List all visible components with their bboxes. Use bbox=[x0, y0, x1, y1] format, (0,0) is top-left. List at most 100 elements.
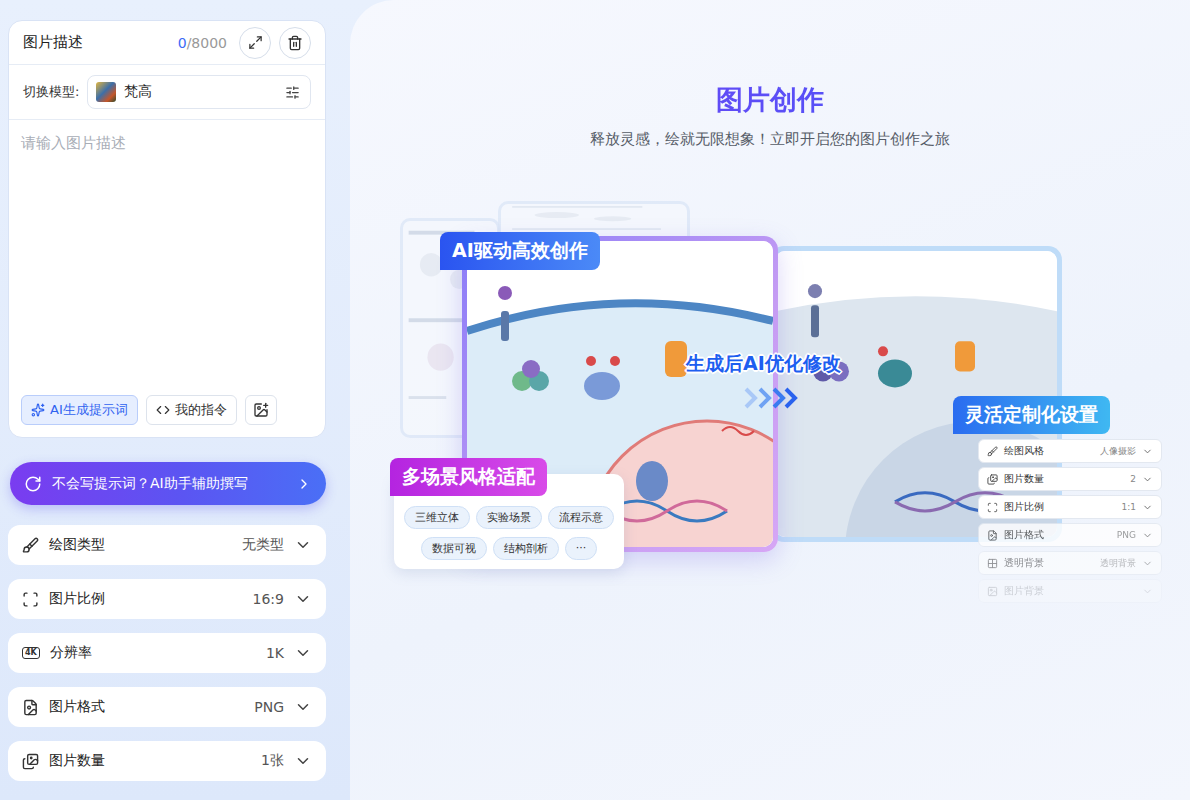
prompt-actions: AI生成提示词我的指令 bbox=[9, 395, 325, 437]
option-value: 1K bbox=[266, 645, 284, 661]
code-icon bbox=[156, 403, 170, 417]
hero-subtitle: 释放灵感，绘就无限想象！立即开启您的图片创作之旅 bbox=[350, 130, 1190, 149]
sparkle-icon bbox=[31, 403, 45, 417]
feature-badge: 灵活定制化设置 bbox=[953, 396, 1110, 434]
option-label: 绘图类型 bbox=[49, 536, 232, 554]
option-icon bbox=[22, 537, 39, 554]
expand-button[interactable] bbox=[239, 27, 271, 59]
option-row[interactable]: 图片比例 16:9 bbox=[8, 579, 326, 619]
expand-icon bbox=[248, 35, 263, 50]
setting-label: 图片比例 bbox=[1004, 500, 1116, 514]
settings-preview: 绘图风格人像摄影图片数量 2 图片比例 1:1 图片格式 PNG 透明背景透明背景图片背景 bbox=[978, 439, 1162, 603]
setting-icon bbox=[987, 474, 998, 485]
upload-image-button[interactable] bbox=[245, 395, 277, 425]
option-label: 图片格式 bbox=[49, 698, 244, 716]
prompt-card: 图片描述 0/8000 切换模型: 梵高请输入图片描述AI生成提示词我的指令 bbox=[8, 20, 326, 438]
option-label: 图片数量 bbox=[49, 752, 251, 770]
arrows-icon bbox=[742, 386, 798, 410]
model-select[interactable]: 梵高 bbox=[87, 75, 311, 109]
chevron-down-icon bbox=[294, 698, 312, 716]
prompt-action-button[interactable]: AI生成提示词 bbox=[21, 395, 138, 425]
ai-assistant-button[interactable]: 不会写提示词？AI助手辅助撰写 bbox=[10, 462, 326, 505]
setting-icon bbox=[987, 502, 998, 513]
setting-value: 1:1 bbox=[1122, 502, 1136, 512]
feature-showcase: AI驱动高效创作生成后AI优化修改灵活定制化设置三维立体实验场景流程示意数据可视… bbox=[390, 201, 1180, 601]
chevron-down-icon bbox=[1142, 586, 1153, 597]
chevron-down-icon bbox=[1142, 502, 1153, 513]
option-value: 16:9 bbox=[253, 591, 284, 607]
option-list: 绘图类型无类型图片比例 16:9 4K 分辨率 1K 图片格式 PNG 图片数量 1张 bbox=[8, 525, 326, 781]
setting-row: 图片格式 PNG bbox=[978, 523, 1162, 547]
feature-badge: 多场景风格适配 bbox=[390, 458, 547, 496]
image-creation-page: 图片描述 0/8000 切换模型: 梵高请输入图片描述AI生成提示词我的指令不会写提示… bbox=[0, 0, 1190, 800]
option-value: 无类型 bbox=[242, 536, 284, 554]
chevron-down-icon bbox=[294, 536, 312, 554]
chevron-down-icon bbox=[294, 752, 312, 770]
creation-main: 图片创作释放灵感，绘就无限想象！立即开启您的图片创作之旅 AI驱动高效创作生成后A… bbox=[350, 0, 1190, 800]
option-value: 1张 bbox=[261, 752, 284, 770]
char-counter: 0/8000 bbox=[178, 35, 227, 51]
setting-value: PNG bbox=[1117, 530, 1136, 540]
option-label: 分辨率 bbox=[50, 644, 256, 662]
char-count: 0 bbox=[178, 35, 187, 51]
optimize-label: 生成后AI优化修改 bbox=[686, 351, 841, 377]
clear-button[interactable] bbox=[279, 27, 311, 59]
prompt-action-button[interactable]: 我的指令 bbox=[146, 395, 237, 425]
image-plus-icon bbox=[253, 402, 269, 418]
setting-icon bbox=[987, 446, 998, 457]
model-label: 切换模型: bbox=[23, 83, 79, 101]
setting-icon bbox=[987, 586, 998, 597]
chevron-down-icon bbox=[1142, 474, 1153, 485]
style-tag[interactable]: 数据可视 bbox=[421, 537, 487, 560]
setting-value: 人像摄影 bbox=[1100, 445, 1136, 458]
setting-label: 图片背景 bbox=[1004, 584, 1136, 598]
setting-value: 2 bbox=[1130, 474, 1136, 484]
chevron-down-icon bbox=[1142, 558, 1153, 569]
setting-label: 透明背景 bbox=[1004, 556, 1094, 570]
option-icon bbox=[22, 699, 39, 716]
model-avatar-icon bbox=[96, 82, 116, 102]
resolution-icon: 4K bbox=[22, 647, 40, 659]
chevron-down-icon bbox=[294, 644, 312, 662]
chevron-right-icon bbox=[296, 476, 312, 492]
settings-sidebar: 图片描述 0/8000 切换模型: 梵高请输入图片描述AI生成提示词我的指令不会写提示… bbox=[0, 0, 350, 800]
model-row: 切换模型: 梵高 bbox=[9, 65, 325, 120]
option-row[interactable]: 绘图类型无类型 bbox=[8, 525, 326, 565]
prompt-title: 图片描述 bbox=[23, 33, 170, 52]
refresh-icon bbox=[24, 475, 42, 493]
option-icon bbox=[22, 753, 39, 770]
setting-row: 图片背景 bbox=[978, 579, 1162, 603]
option-row[interactable]: 图片数量 1张 bbox=[8, 741, 326, 781]
assistant-label: 不会写提示词？AI助手辅助撰写 bbox=[52, 475, 286, 493]
chevron-down-icon bbox=[1142, 530, 1153, 541]
sliders-icon bbox=[285, 85, 300, 100]
setting-row: 透明背景透明背景 bbox=[978, 551, 1162, 575]
setting-value: 透明背景 bbox=[1100, 557, 1136, 570]
style-tag[interactable]: 结构剖析 bbox=[493, 537, 559, 560]
option-value: PNG bbox=[254, 699, 284, 715]
chevron-down-icon bbox=[1142, 446, 1153, 457]
prompt-input[interactable]: 请输入图片描述 bbox=[9, 120, 325, 395]
trash-icon bbox=[287, 35, 303, 51]
style-tag[interactable]: 实验场景 bbox=[476, 506, 542, 529]
chevron-down-icon bbox=[294, 590, 312, 608]
option-icon bbox=[22, 591, 39, 608]
setting-label: 图片格式 bbox=[1004, 528, 1111, 542]
model-name: 梵高 bbox=[124, 83, 277, 101]
hero-title: 图片创作 bbox=[350, 82, 1190, 118]
setting-icon bbox=[987, 530, 998, 541]
style-tag[interactable]: ··· bbox=[565, 537, 598, 560]
option-row[interactable]: 4K 分辨率 1K bbox=[8, 633, 326, 673]
style-tag[interactable]: 三维立体 bbox=[404, 506, 470, 529]
style-tag[interactable]: 流程示意 bbox=[548, 506, 614, 529]
feature-badge: AI驱动高效创作 bbox=[440, 232, 600, 270]
setting-label: 图片数量 bbox=[1004, 472, 1124, 486]
prompt-header: 图片描述 0/8000 bbox=[9, 21, 325, 65]
setting-row: 图片数量 2 bbox=[978, 467, 1162, 491]
option-row[interactable]: 图片格式 PNG bbox=[8, 687, 326, 727]
option-label: 图片比例 bbox=[49, 590, 243, 608]
setting-row: 图片比例 1:1 bbox=[978, 495, 1162, 519]
setting-label: 绘图风格 bbox=[1004, 444, 1094, 458]
setting-icon bbox=[987, 558, 998, 569]
setting-row: 绘图风格人像摄影 bbox=[978, 439, 1162, 463]
